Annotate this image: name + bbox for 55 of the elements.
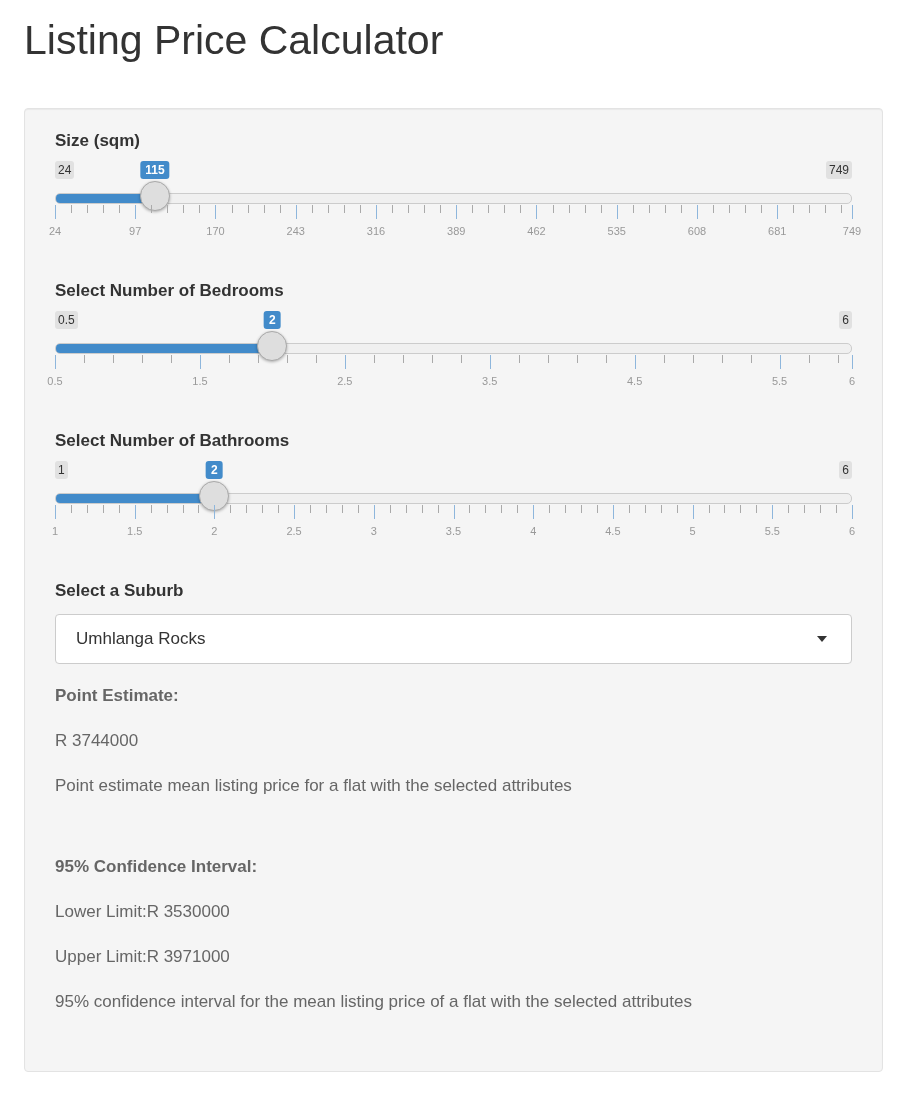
slider-label: Select Number of Bedrooms	[55, 281, 285, 301]
tick-label: 2	[211, 525, 218, 537]
tick-label: 24	[48, 225, 62, 237]
tick-label: 5.5	[771, 375, 788, 387]
tick-label: 0.5	[47, 375, 63, 387]
slider-handle[interactable]	[140, 181, 170, 211]
tick-label: 2.5	[337, 375, 353, 387]
tick-label: 462	[527, 225, 546, 237]
value-label: 115	[140, 161, 170, 179]
min-label: 0.5	[55, 311, 78, 329]
result-heading: Point Estimate:	[55, 686, 180, 706]
value-label: 2	[264, 311, 281, 329]
tick-label: 243	[286, 225, 305, 237]
tick-label: 681	[768, 225, 787, 237]
result-text: Lower Limit:R 3530000	[55, 902, 231, 922]
tick-label: 316	[366, 225, 386, 237]
tick-label: 6	[848, 375, 856, 387]
slider-label: Size (sqm)	[55, 131, 142, 151]
tick-label: 6	[848, 525, 856, 537]
tick-label: 2.5	[286, 525, 302, 537]
max-label: 6	[839, 311, 852, 329]
tick-label: 3.5	[482, 375, 498, 387]
tick-label: 749	[842, 225, 862, 237]
page-title: Listing Price Calculator	[24, 16, 445, 65]
tick-label: 389	[447, 225, 466, 237]
slider-handle[interactable]	[199, 481, 230, 511]
tick-label: 1.5	[192, 375, 208, 387]
caret-icon	[817, 636, 827, 642]
select-label: Select a Suburb	[55, 581, 185, 601]
slider-handle[interactable]	[257, 331, 288, 361]
tick-label: 97	[129, 225, 142, 237]
tick-label: 5.5	[764, 525, 780, 537]
tick-label: 3	[370, 525, 377, 537]
max-label: 6	[839, 461, 852, 479]
result-text: R 3744000	[55, 731, 140, 751]
tick-label: 1	[51, 525, 59, 537]
tick-label: 4.5	[605, 525, 621, 537]
tick-label: 170	[206, 225, 225, 237]
tick-label: 1.5	[127, 525, 143, 537]
tick-label: 535	[607, 225, 626, 237]
tick-label: 4.5	[627, 375, 643, 387]
slider-label: Select Number of Bathrooms	[55, 431, 291, 451]
suburb-dropdown[interactable]: Umhlanga Rocks	[55, 614, 852, 664]
min-label: 1	[55, 461, 68, 479]
result-heading: 95% Confidence Interval:	[55, 857, 259, 877]
result-text: 95% confidence interval for the mean listing price of a flat with the selected attributes	[55, 992, 693, 1012]
result-text: Point estimate mean listing price for a flat with the selected attributes	[55, 776, 573, 796]
value-label: 2	[206, 461, 223, 479]
tick-label: 4	[530, 525, 537, 537]
tick-label: 3.5	[445, 525, 462, 537]
result-text: Upper Limit:R 3971000	[55, 947, 231, 967]
max-label: 749	[825, 161, 852, 179]
tick-label: 608	[687, 225, 707, 237]
min-label: 24	[55, 161, 75, 179]
tick-label: 5	[689, 525, 696, 537]
